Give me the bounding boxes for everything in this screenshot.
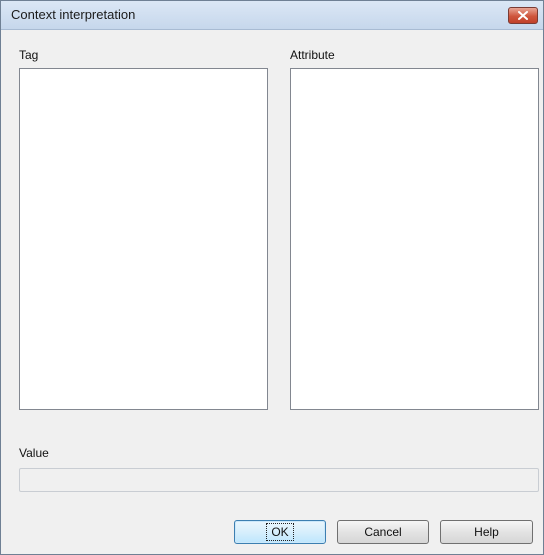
dialog-window: Context interpretation Tag Attribute Val… bbox=[0, 0, 544, 555]
value-field[interactable] bbox=[19, 468, 539, 492]
cancel-button-label: Cancel bbox=[364, 525, 402, 539]
help-button-label: Help bbox=[474, 525, 499, 539]
value-label: Value bbox=[19, 446, 49, 460]
help-button[interactable]: Help bbox=[440, 520, 533, 544]
close-icon bbox=[518, 11, 528, 20]
close-button[interactable] bbox=[508, 7, 538, 24]
title-bar[interactable]: Context interpretation bbox=[1, 1, 543, 30]
cancel-button[interactable]: Cancel bbox=[337, 520, 429, 544]
attribute-listbox[interactable] bbox=[290, 68, 539, 410]
tag-label: Tag bbox=[19, 48, 39, 62]
window-title: Context interpretation bbox=[11, 7, 136, 22]
tag-listbox[interactable] bbox=[19, 68, 268, 410]
attribute-label: Attribute bbox=[290, 48, 335, 62]
ok-button-label: OK bbox=[266, 523, 294, 541]
ok-button[interactable]: OK bbox=[234, 520, 326, 544]
